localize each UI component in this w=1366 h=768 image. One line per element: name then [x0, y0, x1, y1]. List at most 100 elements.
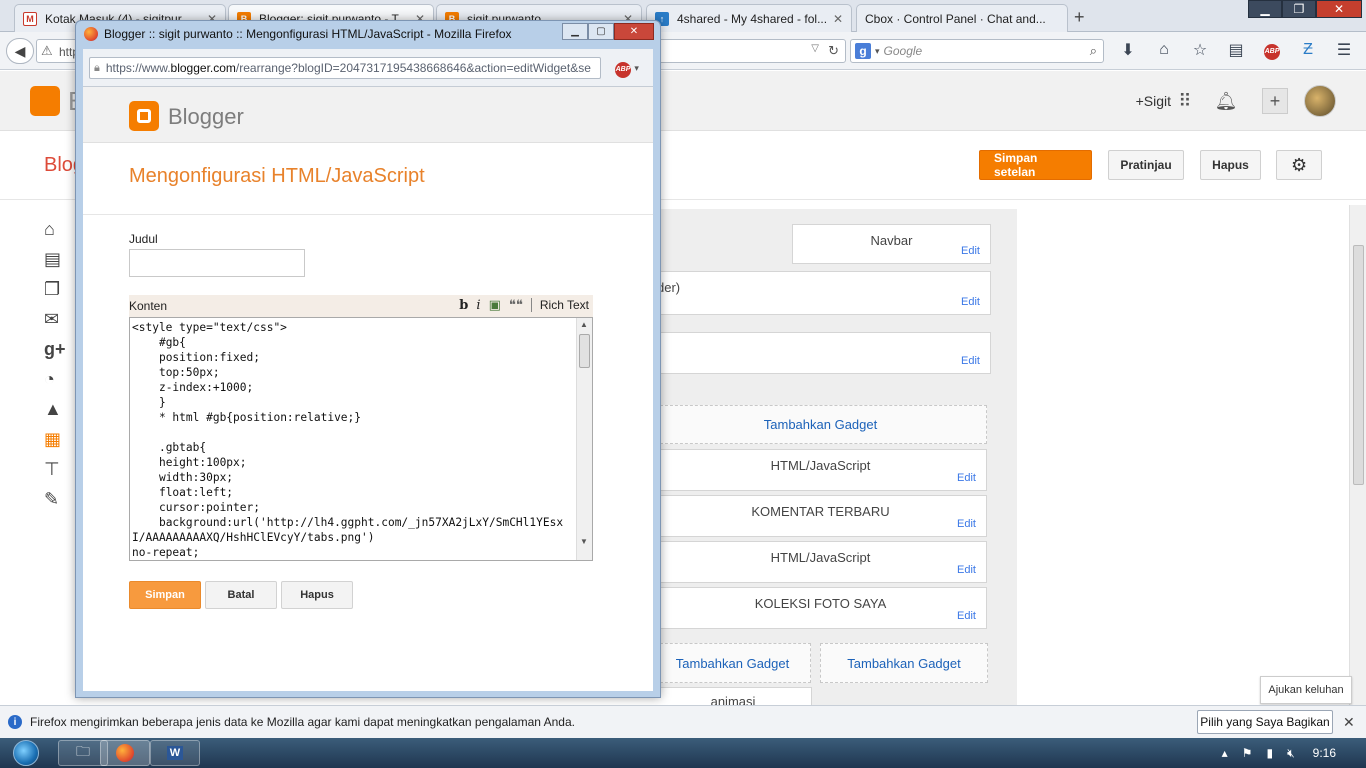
comments-icon[interactable]: ✉: [44, 304, 74, 334]
close-icon[interactable]: ✕: [833, 12, 843, 26]
bold-button[interactable]: b: [459, 298, 468, 313]
chevron-down-icon[interactable]: ▾: [875, 46, 880, 57]
share-plus-icon[interactable]: +: [1262, 88, 1288, 114]
add-gadget-link[interactable]: Tambahkan Gadget: [655, 405, 987, 444]
avatar[interactable]: [1304, 85, 1336, 117]
layout-canvas: Navbar Edit der) Edit Edit Tambahkan Gad…: [655, 209, 1017, 709]
bookmarks-list-icon[interactable]: ▤: [1218, 40, 1254, 60]
template-paint-icon[interactable]: ⊤: [44, 454, 74, 484]
scrollbar-thumb[interactable]: [1353, 245, 1364, 485]
download-icon[interactable]: ⬇: [1110, 40, 1146, 60]
quote-button[interactable]: ❝❝: [509, 297, 523, 313]
brand-name: Blogger: [168, 104, 244, 129]
save-button[interactable]: Simpan: [129, 581, 201, 609]
window-title: Blogger :: sigit purwanto :: Mengonfigur…: [84, 27, 554, 41]
cancel-button[interactable]: Batal: [205, 581, 277, 609]
gadget-title: HTML/JavaScript: [770, 458, 871, 473]
gadget-title: HTML/JavaScript: [770, 550, 871, 565]
feedback-button[interactable]: Ajukan keluhan: [1260, 676, 1352, 704]
scroll-up-icon[interactable]: ▲: [580, 320, 588, 329]
url-path: /rearrange?blogID=2047317195438668646&ac…: [235, 61, 591, 75]
minimize-icon[interactable]: ▁: [562, 23, 588, 40]
reload-icon[interactable]: ↻: [828, 43, 839, 59]
apps-grid-icon[interactable]: ⠿: [1172, 88, 1198, 114]
blogger-logo-icon: [129, 101, 159, 131]
tab-cbox[interactable]: Cbox · Control Panel · Chat and...: [856, 4, 1068, 32]
insert-image-icon[interactable]: ▣: [489, 297, 501, 313]
gadget-edit-link[interactable]: Edit: [961, 296, 980, 308]
posts-icon[interactable]: ▤: [44, 244, 74, 274]
choose-what-i-share-button[interactable]: Pilih yang Saya Bagikan: [1197, 710, 1333, 734]
clock[interactable]: 9:16: [1313, 746, 1336, 760]
volume-muted-icon[interactable]: 🔇︎: [1287, 746, 1295, 761]
close-icon[interactable]: ✕: [1343, 714, 1355, 731]
tray-expand-icon[interactable]: ▴: [1222, 746, 1228, 760]
firefox-taskbar-icon[interactable]: [100, 740, 150, 766]
gadget-edit-link[interactable]: Edit: [957, 564, 976, 576]
notification-bar: i Firefox mengirimkan beberapa jenis dat…: [0, 705, 1366, 738]
gadget-edit-link[interactable]: Edit: [957, 518, 976, 530]
stats-pie-icon[interactable]: ◔: [44, 364, 74, 394]
gadget-edit-link[interactable]: Edit: [957, 610, 976, 622]
content-code-editor[interactable]: <style type="text/css"> #gb{ position:fi…: [129, 317, 593, 561]
adblock-icon[interactable]: ABP ▾: [615, 60, 639, 78]
page-scrollbar[interactable]: [1349, 205, 1366, 705]
notification-bell-icon[interactable]: 🔔︎: [1213, 88, 1239, 114]
close-window-icon[interactable]: ✕: [614, 23, 654, 40]
preview-button[interactable]: Pratinjau: [1108, 150, 1184, 180]
menu-icon[interactable]: ☰: [1326, 40, 1362, 60]
delete-button[interactable]: Hapus: [1200, 150, 1261, 180]
search-icon[interactable]: ⌕: [1090, 43, 1097, 59]
bookmark-star-icon[interactable]: ☆: [1182, 40, 1218, 60]
account-link[interactable]: +Sigit: [1136, 93, 1171, 109]
earnings-icon[interactable]: ▲: [44, 394, 74, 424]
blogger-logo-icon[interactable]: [30, 86, 60, 116]
gadget-edit-link[interactable]: Edit: [961, 355, 980, 367]
gadget-recent-comments: KOMENTAR TERBARU Edit: [655, 495, 987, 537]
editor-scrollbar[interactable]: ▲ ▼: [576, 318, 592, 560]
rich-text-toggle[interactable]: Rich Text: [540, 298, 589, 312]
zotero-icon[interactable]: Ƶ: [1290, 41, 1326, 59]
window-controls: ▁ ❐ ✕: [1248, 0, 1362, 18]
url-prefix: https://www.: [105, 61, 171, 75]
tab-4shared[interactable]: ↑ 4shared - My 4shared - fol... ✕: [646, 4, 852, 32]
add-gadget-link[interactable]: Tambahkan Gadget: [820, 643, 988, 683]
italic-button[interactable]: i: [476, 298, 480, 313]
gadget-blog-posts: Edit: [655, 332, 991, 374]
settings-wrench-icon[interactable]: ✎: [44, 484, 74, 514]
search-input[interactable]: Google: [884, 44, 1090, 58]
word-taskbar-icon[interactable]: W: [150, 740, 200, 766]
popup-blogger-header: Blogger: [83, 87, 653, 143]
home-icon[interactable]: ⌂: [1146, 41, 1182, 59]
back-icon[interactable]: ◀: [6, 38, 34, 64]
maximize-icon[interactable]: ▢: [588, 23, 614, 40]
new-tab-icon[interactable]: +: [1074, 7, 1085, 28]
adblock-icon[interactable]: ABP: [1254, 40, 1290, 60]
gadget-navbar: Navbar Edit: [792, 224, 991, 264]
minimize-icon[interactable]: ▁: [1248, 0, 1282, 18]
info-icon: i: [8, 715, 22, 729]
gadget-edit-link[interactable]: Edit: [961, 245, 980, 257]
chevron-down-icon[interactable]: ▽: [811, 43, 819, 54]
start-button[interactable]: [4, 738, 48, 768]
settings-gear-icon[interactable]: ⚙: [1276, 150, 1322, 180]
layout-icon[interactable]: ▦: [44, 424, 74, 454]
save-arrangement-button[interactable]: Simpan setelan: [979, 150, 1092, 180]
scroll-down-icon[interactable]: ▼: [580, 537, 588, 546]
google-plus-icon[interactable]: g+: [44, 334, 74, 364]
gadget-edit-link[interactable]: Edit: [957, 472, 976, 484]
title-input[interactable]: [129, 249, 305, 277]
code-text[interactable]: <style type="text/css"> #gb{ position:fi…: [132, 320, 574, 560]
pages-icon[interactable]: ❐: [44, 274, 74, 304]
delete-button[interactable]: Hapus: [281, 581, 353, 609]
home-icon[interactable]: ⌂: [44, 214, 74, 244]
scrollbar-thumb[interactable]: [579, 334, 590, 368]
add-gadget-link[interactable]: Tambahkan Gadget: [655, 643, 811, 683]
action-center-flag-icon[interactable]: ⚑: [1242, 746, 1253, 760]
network-icon[interactable]: ▮: [1266, 746, 1273, 760]
close-window-icon[interactable]: ✕: [1316, 0, 1362, 18]
search-box[interactable]: g ▾ Google ⌕: [850, 39, 1104, 63]
firefox-icon: [84, 27, 98, 41]
popup-url-field[interactable]: 🔒︎ https://www. blogger.com/rearrange?blo…: [89, 57, 601, 79]
restore-icon[interactable]: ❐: [1282, 0, 1316, 18]
